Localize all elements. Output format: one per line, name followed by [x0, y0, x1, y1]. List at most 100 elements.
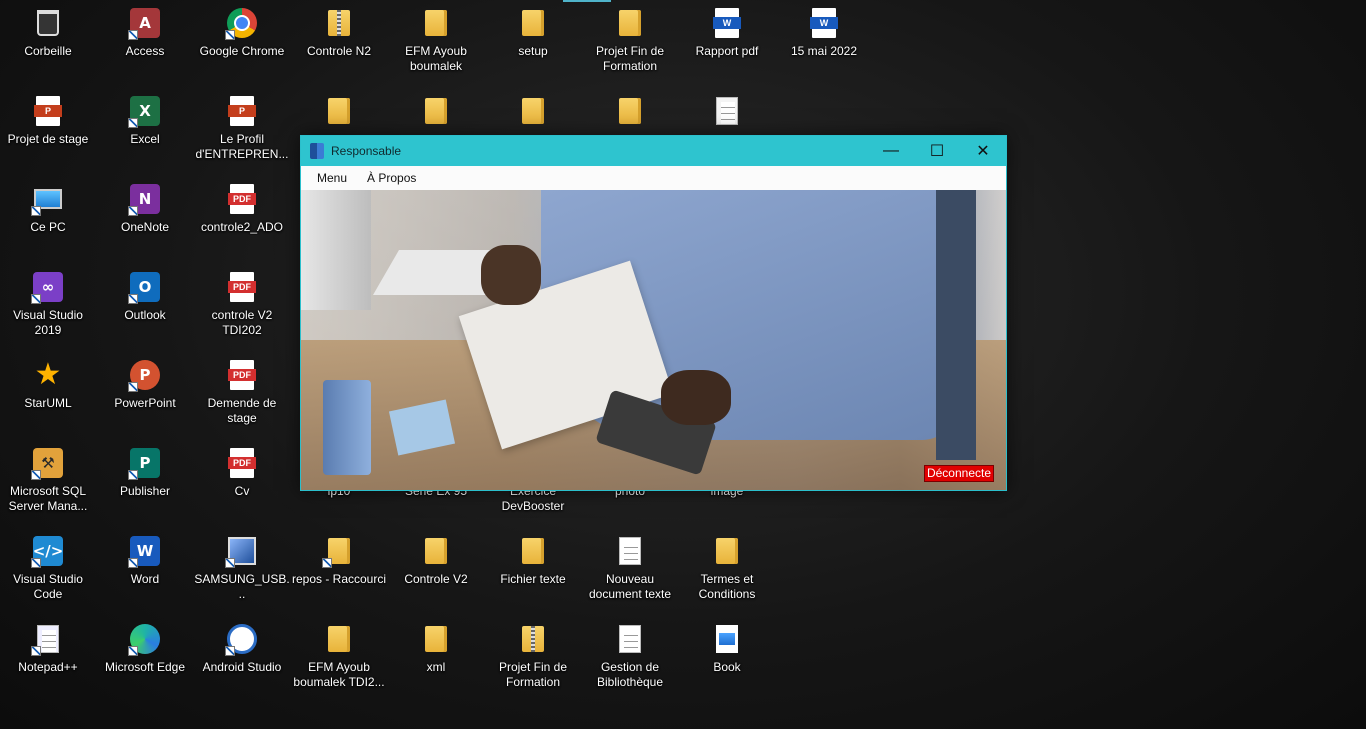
folder-icon [419, 6, 453, 40]
desktop-icon-projet-fin-zip[interactable]: Projet Fin de Formation [485, 616, 581, 702]
desktop-icon-fichier-texte[interactable]: Fichier texte [485, 528, 581, 614]
desktop-icon-efm-tdi2[interactable]: EFM Ayoub boumalek TDI2... [291, 616, 387, 702]
installer-icon [225, 534, 259, 568]
desktop-icon-word[interactable]: W Word [97, 528, 193, 614]
desktop-icon-controle-n2[interactable]: Controle N2 [291, 0, 387, 86]
desktop-icon-book[interactable]: Book [679, 616, 775, 702]
sql-server-icon: ⚒ [31, 446, 65, 480]
publisher-icon: P [128, 446, 162, 480]
text-file-icon [613, 534, 647, 568]
desktop-icon-repos-raccourci[interactable]: repos - Raccourci [291, 528, 387, 614]
folder-icon [322, 622, 356, 656]
photo-hand [481, 245, 541, 305]
image-file-icon [710, 622, 744, 656]
pdf-icon: PDF [225, 182, 259, 216]
zip-folder-icon [322, 6, 356, 40]
window-title: Responsable [331, 144, 402, 158]
folder-icon [322, 534, 356, 568]
folder-icon [613, 6, 647, 40]
desktop-icon-xml[interactable]: xml [388, 616, 484, 702]
word-icon: W [710, 6, 744, 40]
desktop-icon-notepadpp[interactable]: Notepad++ [0, 616, 96, 702]
photo-chair [936, 190, 976, 460]
desktop-icon-15-mai-2022[interactable]: W 15 mai 2022 [776, 0, 872, 86]
desktop-icon-android-studio[interactable]: Android Studio [194, 616, 290, 702]
folder-icon [419, 622, 453, 656]
powerpoint-icon: P [225, 94, 259, 128]
maximize-button[interactable]: ☐ [914, 136, 960, 166]
folder-icon [419, 534, 453, 568]
folder-icon [516, 534, 550, 568]
folder-icon [516, 6, 550, 40]
powerpoint-icon: P [31, 94, 65, 128]
menu-bar: Menu À Propos [301, 166, 1006, 190]
pdf-icon: PDF [225, 358, 259, 392]
folder-icon [516, 94, 550, 128]
desktop-icon-controle-v2[interactable]: Controle V2 [388, 528, 484, 614]
close-button[interactable]: ✕ [960, 136, 1006, 166]
folder-icon [613, 94, 647, 128]
desktop-icon-staruml[interactable]: ★ StarUML [0, 352, 96, 438]
desktop-icon-publisher[interactable]: P Publisher [97, 440, 193, 526]
photo-hand-right [661, 370, 731, 425]
deconnecte-button[interactable]: Déconnecte [923, 465, 994, 482]
powerpoint-icon: P [128, 358, 162, 392]
desktop-icon-onenote[interactable]: N OneNote [97, 176, 193, 262]
desktop-icon-controle2-ado[interactable]: PDF controle2_ADO [194, 176, 290, 262]
desktop-icon-outlook[interactable]: O Outlook [97, 264, 193, 350]
desktop-icon-termes-conditions[interactable]: Termes et Conditions [679, 528, 775, 614]
responsable-window[interactable]: Responsable — ☐ ✕ Menu À Propos Déconnec… [300, 135, 1007, 491]
recycle-bin-icon [31, 6, 65, 40]
folder-icon [322, 94, 356, 128]
outlook-icon: O [128, 270, 162, 304]
desktop-icon-nouveau-document[interactable]: Nouveau document texte [582, 528, 678, 614]
excel-icon: X [128, 94, 162, 128]
desktop-icon-le-profil[interactable]: P Le Profil d'ENTREPREN... [194, 88, 290, 174]
desktop-icon-rapport-pdf[interactable]: W Rapport pdf [679, 0, 775, 86]
desktop-icon-samsung-usb[interactable]: SAMSUNG_USB... [194, 528, 290, 614]
folder-icon [419, 94, 453, 128]
notepadpp-icon [31, 622, 65, 656]
desktop-icon-powerpoint[interactable]: P PowerPoint [97, 352, 193, 438]
desktop-icon-projet-de-stage[interactable]: P Projet de stage [0, 88, 96, 174]
desktop-icon-demende-de-stage[interactable]: PDF Demende de stage [194, 352, 290, 438]
android-studio-icon [225, 622, 259, 656]
word-icon: W [128, 534, 162, 568]
desktop-icon-edge[interactable]: Microsoft Edge [97, 616, 193, 702]
desktop-icon-sql-server[interactable]: ⚒ Microsoft SQL Server Mana... [0, 440, 96, 526]
minimize-button[interactable]: — [868, 136, 914, 166]
desktop-icon-efm-ayoub[interactable]: EFM Ayoub boumalek [388, 0, 484, 86]
database-file-icon [710, 94, 744, 128]
zip-folder-icon [516, 622, 550, 656]
photo-monitor [301, 190, 371, 310]
access-icon: A [128, 6, 162, 40]
photo-pen-holder [323, 380, 371, 475]
desktop-icon-ce-pc[interactable]: Ce PC [0, 176, 96, 262]
folder-icon [710, 534, 744, 568]
background-photo: Déconnecte [301, 190, 1006, 490]
text-file-icon [613, 622, 647, 656]
desktop-icon-gestion-bibliotheque[interactable]: Gestion de Bibliothèque [582, 616, 678, 702]
pdf-icon: PDF [225, 270, 259, 304]
desktop-icon-vscode[interactable]: </> Visual Studio Code [0, 528, 96, 614]
desktop-icon-projet-fin[interactable]: Projet Fin de Formation [582, 0, 678, 86]
desktop-icon-visual-studio-2019[interactable]: ∞ Visual Studio 2019 [0, 264, 96, 350]
menu-item-a-propos[interactable]: À Propos [357, 166, 426, 190]
staruml-icon: ★ [34, 358, 62, 391]
menu-item-menu[interactable]: Menu [307, 166, 357, 190]
chrome-icon [225, 6, 259, 40]
desktop-icon-access[interactable]: A Access [97, 0, 193, 86]
desktop-icon-controle-v2-tdi202[interactable]: PDF controle V2 TDI202 [194, 264, 290, 350]
word-icon: W [807, 6, 841, 40]
onenote-icon: N [128, 182, 162, 216]
desktop-icon-excel[interactable]: X Excel [97, 88, 193, 174]
visual-studio-icon: ∞ [31, 270, 65, 304]
edge-icon [128, 622, 162, 656]
desktop-icon-cv[interactable]: PDF Cv [194, 440, 290, 526]
window-titlebar[interactable]: Responsable — ☐ ✕ [301, 136, 1006, 166]
desktop-icon-setup[interactable]: setup [485, 0, 581, 86]
this-pc-icon [31, 182, 65, 216]
pdf-icon: PDF [225, 446, 259, 480]
desktop-icon-chrome[interactable]: Google Chrome [194, 0, 290, 86]
desktop-icon-corbeille[interactable]: Corbeille [0, 0, 96, 86]
